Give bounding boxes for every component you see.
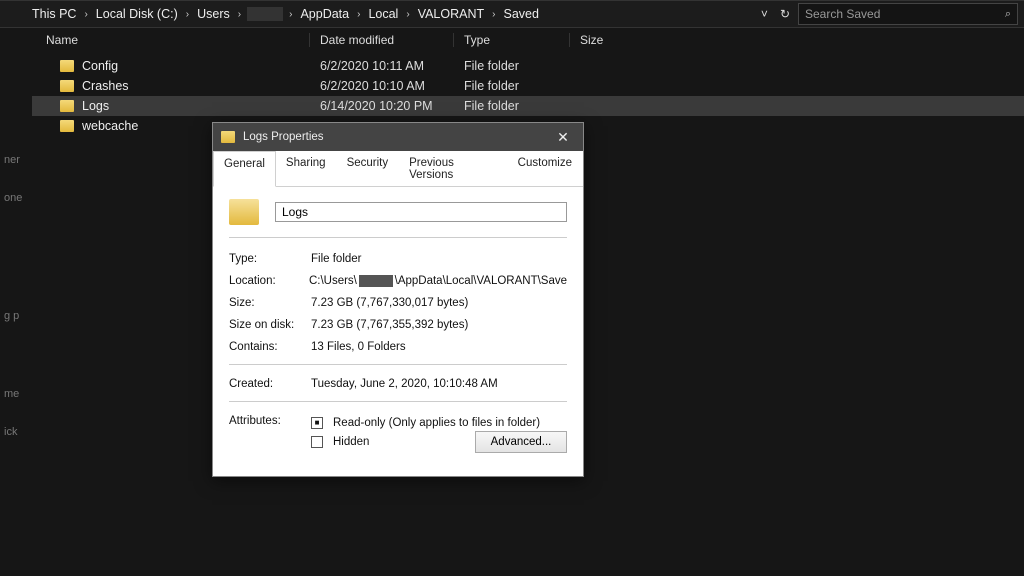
crumb-local[interactable]: Local	[366, 5, 400, 23]
folder-icon	[60, 60, 74, 72]
redacted-username: x	[359, 275, 393, 287]
value-created: Tuesday, June 2, 2020, 10:10:48 AM	[311, 378, 567, 390]
column-headers: Name Date modified Type Size	[32, 28, 1024, 52]
col-type[interactable]: Type	[454, 33, 570, 47]
tab-customize[interactable]: Customize	[508, 151, 583, 186]
row-type: File folder	[454, 59, 570, 73]
label-size: Size:	[229, 297, 311, 309]
crumb-drive[interactable]: Local Disk (C:)	[94, 5, 180, 23]
folder-large-icon	[229, 199, 259, 225]
tab-general[interactable]: General	[213, 151, 276, 187]
row-type: File folder	[454, 99, 570, 113]
properties-dialog: Logs Properties ✕ General Sharing Securi…	[212, 122, 584, 477]
file-row[interactable]: Config 6/2/2020 10:11 AM File folder	[32, 56, 1024, 76]
nav-stub: one	[4, 192, 32, 210]
close-icon[interactable]: ✕	[543, 123, 583, 151]
col-size[interactable]: Size	[570, 33, 660, 47]
nav-stub: g p	[4, 310, 32, 328]
history-dropdown-icon[interactable]: ˅	[761, 7, 768, 21]
file-row-selected[interactable]: Logs 6/14/2020 10:20 PM File folder	[32, 96, 1024, 116]
folder-icon	[60, 120, 74, 132]
row-name: Logs	[82, 99, 109, 113]
hidden-label: Hidden	[333, 436, 369, 448]
row-date: 6/2/2020 10:11 AM	[310, 59, 454, 73]
dialog-titlebar[interactable]: Logs Properties ✕	[213, 123, 583, 151]
hidden-checkbox[interactable]	[311, 436, 323, 448]
search-input[interactable]: Search Saved ⌕	[798, 3, 1018, 25]
readonly-label: Read-only (Only applies to files in fold…	[333, 417, 540, 429]
search-placeholder: Search Saved	[805, 7, 1005, 21]
readonly-checkbox[interactable]	[311, 417, 323, 429]
file-row[interactable]: Crashes 6/2/2020 10:10 AM File folder	[32, 76, 1024, 96]
chevron-right-icon[interactable]: ›	[490, 9, 497, 20]
label-contains: Contains:	[229, 341, 311, 353]
dialog-title-text: Logs Properties	[243, 131, 324, 143]
row-date: 6/2/2020 10:10 AM	[310, 79, 454, 93]
chevron-right-icon[interactable]: ›	[82, 9, 89, 20]
file-list-pane: Name Date modified Type Size Config 6/2/…	[32, 28, 1024, 576]
advanced-button[interactable]: Advanced...	[475, 431, 567, 453]
label-type: Type:	[229, 253, 311, 265]
col-name[interactable]: Name	[32, 33, 310, 47]
label-created: Created:	[229, 378, 311, 390]
row-name: Config	[82, 59, 118, 73]
refresh-icon[interactable]: ↻	[780, 7, 790, 21]
row-name: webcache	[82, 119, 138, 133]
row-type: File folder	[454, 79, 570, 93]
crumb-users[interactable]: Users	[195, 5, 232, 23]
folder-name-input[interactable]	[275, 202, 567, 222]
value-contains: 13 Files, 0 Folders	[311, 341, 567, 353]
row-date: 6/14/2020 10:20 PM	[310, 99, 454, 113]
row-name: Crashes	[82, 79, 129, 93]
crumb-valorant[interactable]: VALORANT	[416, 5, 486, 23]
tab-security[interactable]: Security	[337, 151, 400, 186]
value-location: C:\Users\x\AppData\Local\VALORANT\Save	[309, 275, 567, 287]
chevron-right-icon[interactable]: ›	[184, 9, 191, 20]
crumb-saved[interactable]: Saved	[501, 5, 540, 23]
label-size-on-disk: Size on disk:	[229, 319, 311, 331]
breadcrumb[interactable]: This PC › Local Disk (C:) › Users › › Ap…	[30, 5, 753, 23]
crumb-this-pc[interactable]: This PC	[30, 5, 78, 23]
label-location: Location:	[229, 275, 309, 287]
label-attributes: Attributes:	[229, 415, 311, 427]
chevron-right-icon[interactable]: ›	[236, 9, 243, 20]
address-bar: This PC › Local Disk (C:) › Users › › Ap…	[0, 0, 1024, 28]
folder-icon	[221, 131, 235, 143]
value-type: File folder	[311, 253, 567, 265]
value-size-on-disk: 7.23 GB (7,767,355,392 bytes)	[311, 319, 567, 331]
tab-sharing[interactable]: Sharing	[276, 151, 337, 186]
crumb-appdata[interactable]: AppData	[298, 5, 351, 23]
nav-stub: me	[4, 388, 32, 406]
nav-stub: ick	[4, 426, 32, 444]
chevron-right-icon[interactable]: ›	[404, 9, 411, 20]
chevron-right-icon[interactable]: ›	[287, 9, 294, 20]
folder-icon	[60, 100, 74, 112]
chevron-right-icon[interactable]: ›	[355, 9, 362, 20]
folder-icon	[60, 80, 74, 92]
dialog-tabs: General Sharing Security Previous Versio…	[213, 151, 583, 187]
nav-stub: ner	[4, 154, 32, 172]
nav-pane: ner one g p me ick	[0, 28, 32, 576]
value-size: 7.23 GB (7,767,330,017 bytes)	[311, 297, 567, 309]
search-icon: ⌕	[1005, 8, 1011, 21]
tab-previous-versions[interactable]: Previous Versions	[399, 151, 508, 186]
crumb-username-redacted[interactable]	[247, 7, 283, 21]
col-date[interactable]: Date modified	[310, 33, 454, 47]
